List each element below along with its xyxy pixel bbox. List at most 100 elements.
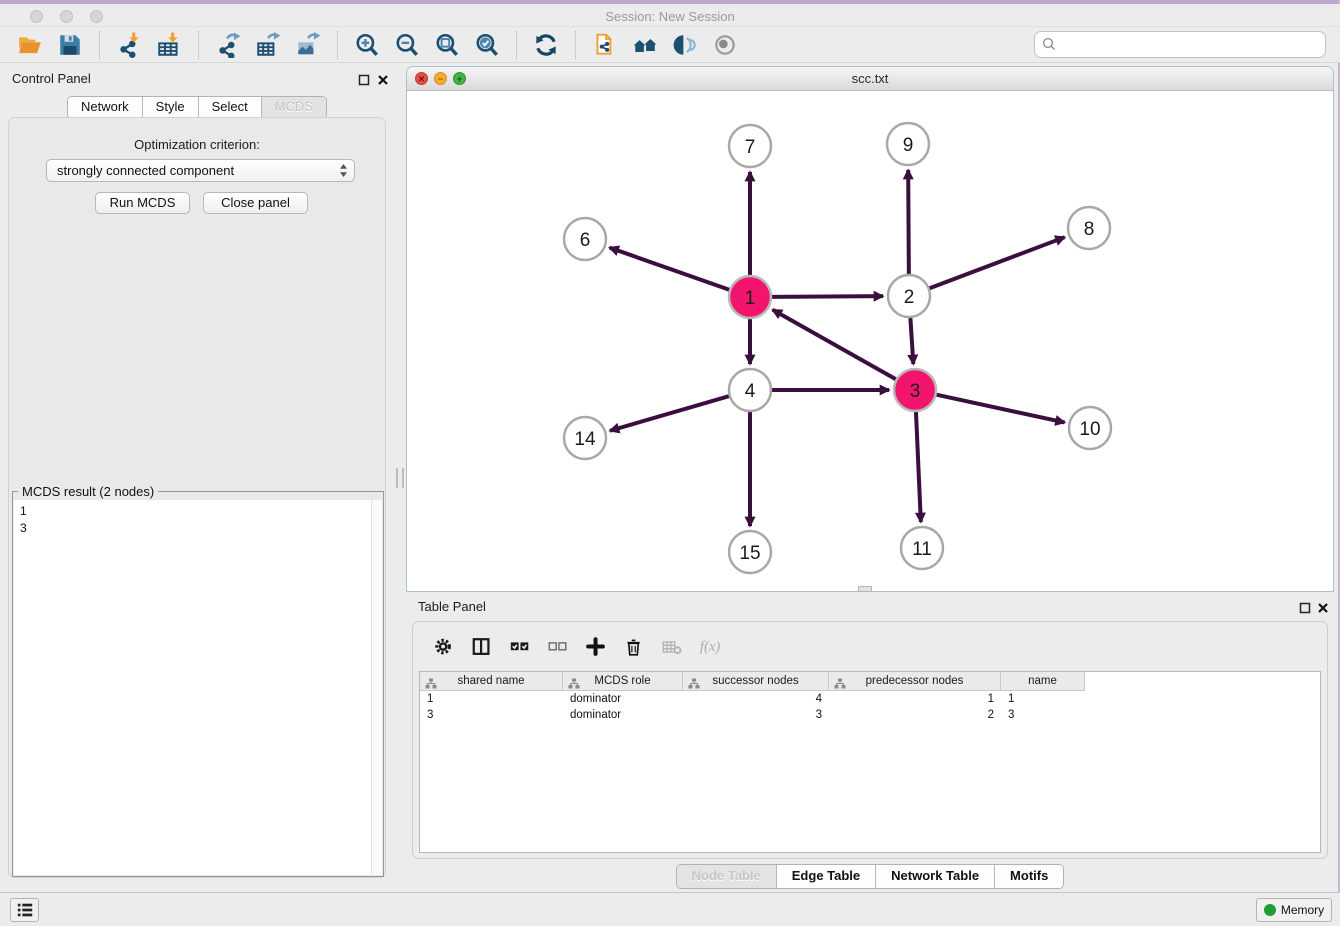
graph-edge-1-2[interactable] <box>772 296 883 297</box>
export-image-button[interactable] <box>294 31 322 59</box>
column-header-successor-nodes[interactable]: successor nodes <box>683 672 829 691</box>
run-mcds-button[interactable]: Run MCDS <box>95 192 190 214</box>
graph-edge-1-6[interactable] <box>610 248 730 290</box>
export-table-button[interactable] <box>254 31 282 59</box>
column-header-mcds-role[interactable]: MCDS role <box>563 672 683 691</box>
memory-button[interactable]: Memory <box>1256 898 1332 922</box>
cell-mcds-role[interactable]: dominator <box>563 707 683 723</box>
cell-mcds-role[interactable]: dominator <box>563 691 683 707</box>
node-label: 14 <box>574 429 596 450</box>
save-session-button[interactable] <box>56 31 84 59</box>
deselect-all-button[interactable] <box>546 635 570 659</box>
tab-edge-table[interactable]: Edge Table <box>777 865 876 888</box>
search-input[interactable] <box>1061 35 1325 55</box>
cell-shared-name[interactable]: 1 <box>420 691 563 707</box>
open-session-button[interactable] <box>16 31 44 59</box>
tab-node-table[interactable]: Node Table <box>677 865 777 888</box>
cell-predecessor-nodes[interactable]: 2 <box>829 707 1001 723</box>
graph-edge-3-1[interactable] <box>773 310 896 379</box>
sort-hierarchy-icon <box>834 676 846 687</box>
show-columns-button[interactable] <box>470 635 494 659</box>
network-window-titlebar[interactable]: ✕ − + scc.txt <box>407 67 1333 91</box>
zoom-selected-icon <box>474 32 500 58</box>
zoom-in-icon <box>354 32 380 58</box>
graph-edge-3-10[interactable] <box>936 395 1064 423</box>
graph-node-8[interactable]: 8 <box>1068 207 1110 249</box>
table-row[interactable]: 1dominator411 <box>420 691 1320 707</box>
sort-hierarchy-icon <box>568 676 580 687</box>
tab-network-table[interactable]: Network Table <box>876 865 995 888</box>
horizontal-splitter-handle[interactable] <box>858 586 872 592</box>
cell-shared-name[interactable]: 3 <box>420 707 563 723</box>
import-table-button[interactable] <box>155 31 183 59</box>
table-settings-button[interactable] <box>432 635 456 659</box>
tab-style[interactable]: Style <box>143 97 199 118</box>
search-field[interactable] <box>1034 31 1326 58</box>
graph-node-4[interactable]: 4 <box>729 369 771 411</box>
cell-successor-nodes[interactable]: 3 <box>683 707 829 723</box>
cell-name[interactable]: 1 <box>1001 691 1085 707</box>
svg-text:f(x): f(x) <box>700 639 720 655</box>
graph-node-14[interactable]: 14 <box>564 417 606 459</box>
delete-row-button[interactable] <box>622 635 646 659</box>
graph-node-11[interactable]: 11 <box>901 527 943 569</box>
zoom-fit-icon <box>434 32 460 58</box>
clone-network-button[interactable] <box>591 31 619 59</box>
graph-node-10[interactable]: 10 <box>1069 407 1111 449</box>
graph-edge-2-8[interactable] <box>930 237 1065 288</box>
tab-mcds[interactable]: MCDS <box>262 97 326 118</box>
close-icon <box>377 74 389 86</box>
control-panel-close-button[interactable] <box>377 73 389 85</box>
network-canvas[interactable]: 1 2 3 4 6 7 8 9 10 11 14 15 <box>407 91 1333 591</box>
graph-node-6[interactable]: 6 <box>564 218 606 260</box>
graph-node-1[interactable]: 1 <box>729 276 771 318</box>
control-panel-float-button[interactable] <box>358 73 370 85</box>
refresh-layout-icon <box>533 32 559 58</box>
hide-view-button[interactable] <box>711 31 739 59</box>
vertical-splitter-handle[interactable] <box>396 468 404 488</box>
refresh-layout-button[interactable] <box>532 31 560 59</box>
column-header-shared-name[interactable]: shared name <box>420 672 563 691</box>
graph-node-3[interactable]: 3 <box>894 369 936 411</box>
column-header-predecessor-nodes[interactable]: predecessor nodes <box>829 672 1001 691</box>
tab-select[interactable]: Select <box>199 97 262 118</box>
export-network-button[interactable] <box>214 31 242 59</box>
open-session-icon <box>17 32 43 58</box>
graph-node-2[interactable]: 2 <box>888 275 930 317</box>
close-panel-button[interactable]: Close panel <box>203 192 308 214</box>
graph-edge-4-14[interactable] <box>610 396 729 431</box>
application-window: Session: New Session Control Panel Netwo… <box>0 0 1340 926</box>
cell-predecessor-nodes[interactable]: 1 <box>829 691 1001 707</box>
zoom-selected-button[interactable] <box>473 31 501 59</box>
mcds-result-area[interactable]: 13 <box>14 500 382 875</box>
graph-node-7[interactable]: 7 <box>729 125 771 167</box>
node-table: shared nameMCDS rolesuccessor nodesprede… <box>419 671 1321 853</box>
table-panel-close-button[interactable] <box>1317 601 1329 613</box>
home-layout-button[interactable] <box>631 31 659 59</box>
tab-motifs[interactable]: Motifs <box>995 865 1063 888</box>
zoom-out-button[interactable] <box>393 31 421 59</box>
task-history-button[interactable] <box>10 898 39 922</box>
zoom-in-button[interactable] <box>353 31 381 59</box>
search-icon <box>1042 37 1057 52</box>
graph-node-15[interactable]: 15 <box>729 531 771 573</box>
cell-name[interactable]: 3 <box>1001 707 1085 723</box>
node-label: 8 <box>1084 219 1095 240</box>
graph-edge-3-11[interactable] <box>916 412 921 522</box>
add-row-button[interactable] <box>584 635 608 659</box>
show-style-button[interactable] <box>671 31 699 59</box>
graph-edge-2-9[interactable] <box>908 170 909 274</box>
optimization-criterion-label: Optimization criterion: <box>9 137 385 152</box>
zoom-fit-button[interactable] <box>433 31 461 59</box>
table-row[interactable]: 3dominator323 <box>420 707 1320 723</box>
criterion-dropdown[interactable]: strongly connected component <box>46 159 355 182</box>
graph-node-9[interactable]: 9 <box>887 123 929 165</box>
cell-successor-nodes[interactable]: 4 <box>683 691 829 707</box>
table-panel-float-button[interactable] <box>1299 601 1311 613</box>
select-all-button[interactable] <box>508 635 532 659</box>
tab-network[interactable]: Network <box>68 97 143 118</box>
column-header-name[interactable]: name <box>1001 672 1085 691</box>
graph-edge-2-3[interactable] <box>910 318 913 364</box>
import-network-button[interactable] <box>115 31 143 59</box>
result-scrollbar[interactable] <box>371 500 382 875</box>
